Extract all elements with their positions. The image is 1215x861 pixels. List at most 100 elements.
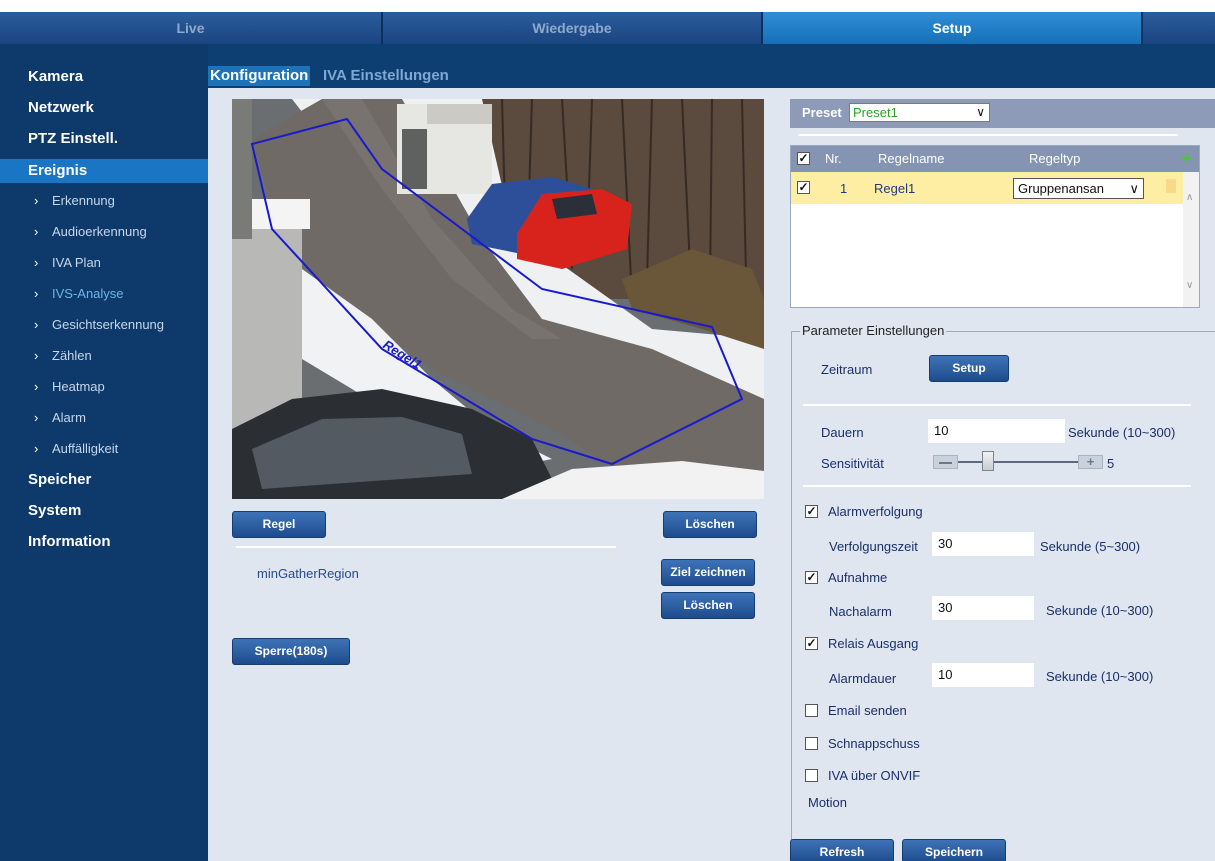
preset-bar: Preset Preset1 ∨ (790, 99, 1215, 128)
params-legend: Parameter Einstellungen (800, 323, 947, 338)
alarmdauer-input[interactable]: 10 (932, 663, 1034, 687)
setup-button[interactable]: Setup (929, 355, 1009, 382)
alarmverfolgung-checkbox[interactable]: ✓ (805, 505, 818, 518)
col-regelname: Regelname (878, 151, 945, 166)
dauern-input[interactable]: 10 (928, 419, 1065, 443)
loeschen-region-button[interactable]: Löschen (661, 592, 755, 619)
camera-scene: Regel1 (232, 99, 764, 499)
video-preview[interactable]: Regel1 (232, 99, 764, 499)
tab-konfiguration[interactable]: Konfiguration (208, 66, 311, 86)
verfolgungszeit-label: Verfolgungszeit (829, 539, 918, 554)
sensitivity-track (958, 461, 1078, 463)
verfolgungszeit-input[interactable]: 30 (932, 532, 1034, 556)
loeschen-button[interactable]: Löschen (663, 511, 757, 538)
email-checkbox[interactable] (805, 704, 818, 717)
parameter-settings: Parameter Einstellungen Zeitraum Setup D… (791, 323, 1215, 861)
table-row[interactable]: ✓ 1 Regel1 Gruppenansan ∨ (791, 172, 1183, 204)
preset-label: Preset (802, 105, 842, 120)
row-checkbox[interactable]: ✓ (797, 181, 810, 194)
chevron-right-icon: › (34, 410, 39, 425)
sperre-button[interactable]: Sperre(180s) (232, 638, 350, 665)
chevron-right-icon: › (34, 255, 39, 270)
add-rule-icon[interactable]: + (1181, 148, 1192, 169)
sidebar-item-label: Alarm (52, 410, 86, 425)
tab-extra (1143, 12, 1215, 44)
sidebar-item-heatmap[interactable]: › Heatmap (0, 376, 208, 407)
aufnahme-label: Aufnahme (828, 570, 888, 585)
nachalarm-unit: Sekunde (10~300) (1046, 603, 1154, 618)
select-all-checkbox[interactable]: ✓ (797, 152, 810, 165)
sidebar-item-information[interactable]: Information (0, 531, 208, 562)
aufnahme-checkbox[interactable]: ✓ (805, 571, 818, 584)
chevron-right-icon: › (34, 379, 39, 394)
table-scrollbar[interactable]: ∧ ∨ (1183, 172, 1199, 307)
dauern-unit: Sekunde (10~300) (1068, 425, 1176, 440)
sensitivity-slider-thumb[interactable] (982, 451, 994, 471)
rules-table: ✓ Nr. Regelname Regeltyp + ✓ 1 Regel1 Gr… (790, 145, 1200, 308)
sidebar-item-alarm[interactable]: › Alarm (0, 407, 208, 438)
tab-live[interactable]: Live (0, 12, 383, 44)
schnappschuss-checkbox[interactable] (805, 737, 818, 750)
sidebar-item-netzwerk[interactable]: Netzwerk (0, 97, 208, 128)
top-navigation: Live Wiedergabe Setup (0, 12, 1215, 44)
preset-select[interactable]: Preset1 ∨ (849, 103, 990, 122)
onvif-label: IVA über ONVIF (828, 768, 921, 783)
sidebar-item-label: Heatmap (52, 379, 105, 394)
table-header: ✓ Nr. Regelname Regeltyp + (791, 146, 1199, 172)
sensitivitaet-label: Sensitivität (821, 456, 884, 471)
sidebar-item-zaehlen[interactable]: › Zählen (0, 345, 208, 376)
divider (236, 546, 616, 548)
verfolgungszeit-unit: Sekunde (5~300) (1040, 539, 1141, 554)
alarmdauer-unit: Sekunde (10~300) (1046, 669, 1154, 684)
sidebar-item-label: Gesichtserkennung (52, 317, 165, 332)
schnappschuss-label: Schnappschuss (828, 736, 920, 751)
region-label: minGatherRegion (257, 566, 359, 581)
sidebar-item-kamera[interactable]: Kamera (0, 66, 208, 97)
main-content: Regel1 Regel Löschen minGatherRegion Zie… (208, 88, 1215, 861)
onvif-checkbox[interactable] (805, 769, 818, 782)
email-label: Email senden (828, 703, 907, 718)
sidebar-item-iva-plan[interactable]: › IVA Plan (0, 252, 208, 283)
sidebar-item-speicher[interactable]: Speicher (0, 469, 208, 500)
divider (798, 134, 1178, 136)
save-button[interactable]: Speichern (902, 839, 1006, 861)
sidebar-item-ivs-analyse[interactable]: › IVS-Analyse (0, 283, 208, 314)
zeitraum-label: Zeitraum (821, 362, 873, 377)
dauern-label: Dauern (821, 425, 864, 440)
motion-label: Motion (808, 795, 848, 810)
sidebar-item-label: Auffälligkeit (52, 441, 119, 456)
scroll-up-icon[interactable]: ∧ (1186, 192, 1193, 203)
sidebar-item-label: Erkennung (52, 193, 115, 208)
tab-wiedergabe[interactable]: Wiedergabe (383, 12, 763, 44)
relais-checkbox[interactable]: ✓ (805, 637, 818, 650)
row-nr: 1 (840, 181, 848, 196)
nachalarm-label: Nachalarm (829, 604, 892, 619)
minus-icon[interactable] (933, 455, 958, 469)
sidebar-item-ereignis[interactable]: Ereignis (0, 159, 208, 183)
sidebar-item-audioerkennung[interactable]: › Audioerkennung (0, 221, 208, 252)
chevron-down-icon: ∨ (976, 105, 985, 119)
col-nr: Nr. (825, 151, 842, 166)
divider (803, 404, 1191, 406)
nachalarm-input[interactable]: 30 (932, 596, 1034, 620)
tab-setup[interactable]: Setup (763, 12, 1143, 44)
sidebar-item-auffaelligkeit[interactable]: › Auffälligkeit (0, 438, 208, 469)
alarmdauer-label: Alarmdauer (829, 671, 897, 686)
col-regeltyp: Regeltyp (1029, 151, 1081, 166)
refresh-button[interactable]: Refresh (790, 839, 894, 861)
sidebar-item-system[interactable]: System (0, 500, 208, 531)
sidebar-item-label: Audioerkennung (52, 224, 147, 239)
tab-iva-einstellungen[interactable]: IVA Einstellungen (323, 66, 449, 86)
sidebar-item-erkennung[interactable]: › Erkennung (0, 190, 208, 221)
ziel-zeichnen-button[interactable]: Ziel zeichnen (661, 559, 755, 586)
regeltyp-select[interactable]: Gruppenansan ∨ (1013, 178, 1144, 199)
delete-rule-icon[interactable] (1166, 179, 1176, 193)
chevron-down-icon: ∨ (1129, 181, 1139, 196)
plus-icon[interactable]: + (1078, 455, 1103, 469)
sidebar-item-ptz[interactable]: PTZ Einstell. (0, 128, 208, 159)
sensitivity-value: 5 (1107, 456, 1115, 471)
scroll-down-icon[interactable]: ∨ (1186, 280, 1193, 291)
preset-value: Preset1 (853, 105, 898, 120)
regel-button[interactable]: Regel (232, 511, 326, 538)
sidebar-item-gesichtserkennung[interactable]: › Gesichtserkennung (0, 314, 208, 345)
